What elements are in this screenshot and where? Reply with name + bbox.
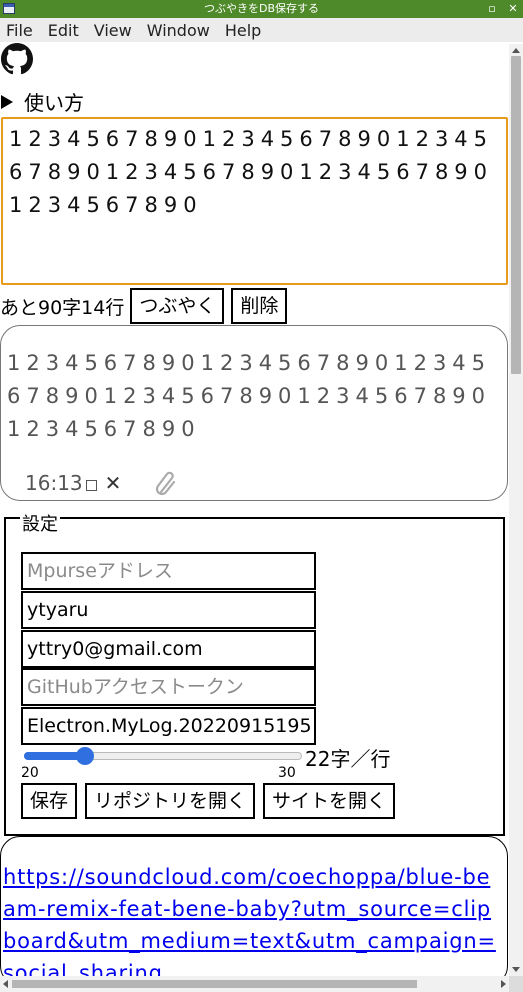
slider-handle[interactable] <box>76 747 94 765</box>
mpurse-address-field[interactable]: Mpurseアドレス <box>21 552 316 590</box>
delete-button[interactable]: 削除 <box>231 288 288 324</box>
post-card: 1234567890123456789012345678901234567890… <box>0 325 508 501</box>
app-icon <box>3 3 15 14</box>
vertical-scroll-thumb[interactable] <box>511 56 521 374</box>
open-repository-button[interactable]: リポジトリを開く <box>85 783 256 819</box>
horizontal-scrollbar[interactable] <box>0 976 509 992</box>
tweet-button[interactable]: つぶやく <box>130 288 225 324</box>
email-field[interactable]: yttry0@gmail.com <box>21 630 316 668</box>
menu-help[interactable]: Help <box>218 21 269 40</box>
chars-per-line-readout: 22字／行 <box>305 747 391 771</box>
howto-summary[interactable]: 使い方 <box>0 87 84 116</box>
scroll-right-icon[interactable] <box>501 980 506 988</box>
post-meta: 16:13 ✕ <box>25 470 177 496</box>
tweet-textarea[interactable]: 1234567890123456789012345678901234567890… <box>1 117 508 285</box>
github-token-field[interactable]: GitHubアクセストークン <box>21 668 316 706</box>
settings-legend: 設定 <box>20 514 60 535</box>
slider-max-label: 30 <box>278 765 296 781</box>
horizontal-scroll-thumb[interactable] <box>12 980 417 988</box>
menu-edit[interactable]: Edit <box>41 21 87 40</box>
disclosure-triangle-icon <box>1 94 13 109</box>
post-time: 16:13 <box>25 471 83 495</box>
close-icon[interactable]: ✕ <box>507 0 519 18</box>
window-title: つぶやきをDB保存する <box>203 2 320 15</box>
username-field[interactable]: ytyaru <box>21 591 316 629</box>
compose-actions: あと90字14行 つぶやく 削除 <box>0 287 294 325</box>
window-titlebar: つぶやきをDB保存する ▫ ✕ <box>0 0 523 18</box>
open-site-button[interactable]: サイトを開く <box>263 783 396 819</box>
maximize-icon[interactable]: ▫ <box>486 0 498 18</box>
repository-field[interactable]: Electron.MyLog.20220915195 <box>21 707 316 745</box>
scroll-down-icon[interactable] <box>512 967 520 972</box>
menu-bar: File Edit View Window Help <box>0 18 523 42</box>
howto-label: 使い方 <box>24 91 84 115</box>
window-controls: ▫ ✕ <box>486 0 519 18</box>
github-icon[interactable] <box>1 43 33 75</box>
scrollbar-corner <box>509 976 523 992</box>
link-card: https://soundcloud.com/coechoppa/blue-be… <box>0 836 508 986</box>
menu-file[interactable]: File <box>0 21 41 40</box>
vertical-scrollbar[interactable] <box>509 44 523 976</box>
paperclip-icon[interactable] <box>155 470 177 496</box>
menu-window[interactable]: Window <box>140 21 218 40</box>
scroll-up-icon[interactable] <box>512 48 520 53</box>
soundcloud-link[interactable]: https://soundcloud.com/coechoppa/blue-be… <box>3 861 503 985</box>
chars-per-line-slider[interactable] <box>21 744 303 768</box>
post-text: 1234567890123456789012345678901234567890… <box>7 351 492 441</box>
scroll-left-icon[interactable] <box>3 980 8 988</box>
settings-actions: 保存 リポジトリを開く サイトを開く <box>21 783 403 819</box>
post-delete-icon[interactable]: ✕ <box>105 471 122 495</box>
save-button[interactable]: 保存 <box>21 783 78 819</box>
remaining-count: あと90字14行 <box>0 296 125 319</box>
slider-min-label: 20 <box>21 765 39 781</box>
menu-view[interactable]: View <box>87 21 140 40</box>
post-checkbox[interactable] <box>85 479 97 491</box>
